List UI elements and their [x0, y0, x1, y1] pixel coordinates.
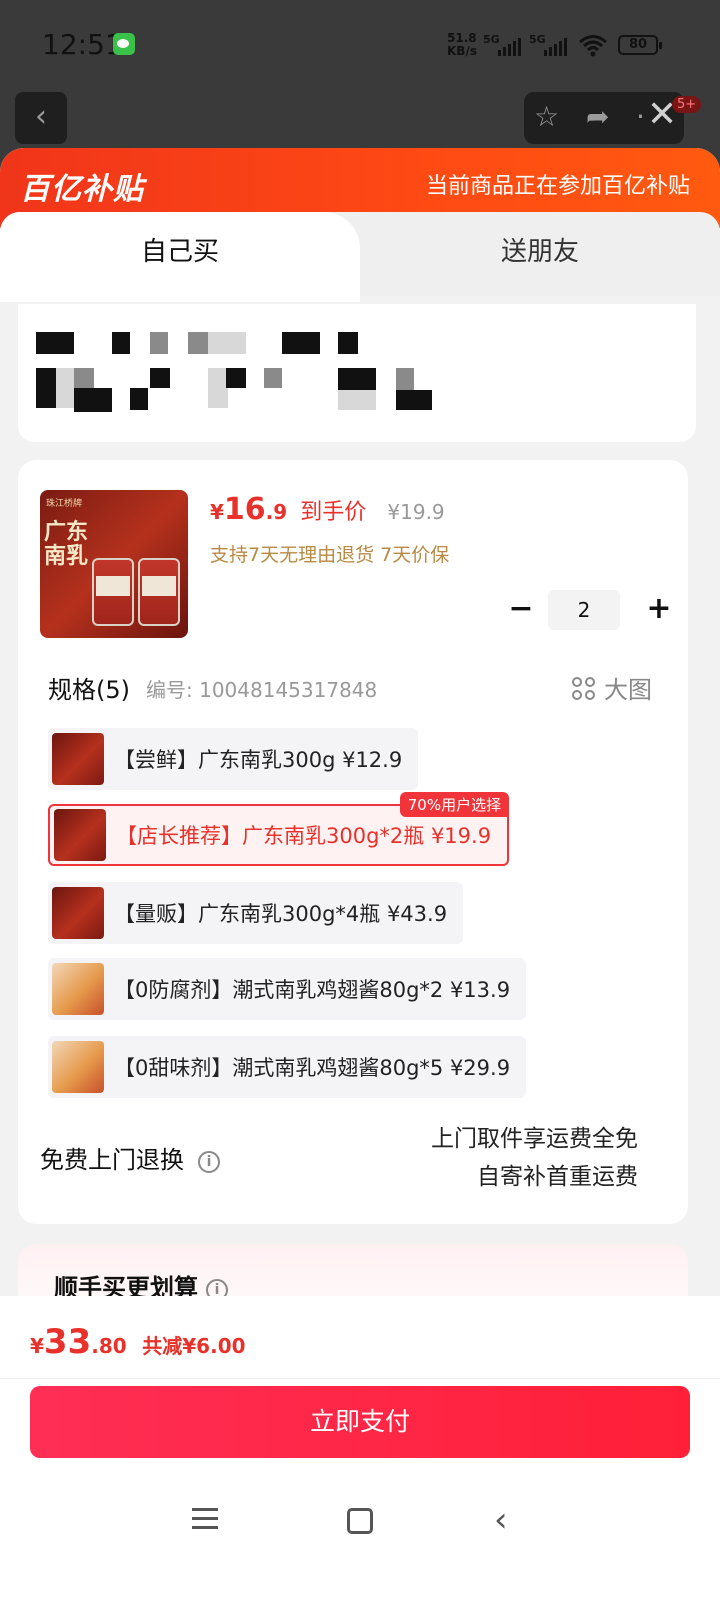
- return-policy: 上门取件享运费全免 自寄补首重运费: [431, 1120, 638, 1196]
- redaction: [208, 332, 246, 354]
- redaction: [56, 368, 74, 408]
- popular-tag: 70%用户选择: [399, 792, 510, 817]
- tab-buy-for-self[interactable]: 自己买: [0, 212, 360, 302]
- price-symbol: ¥: [210, 500, 224, 524]
- more-icon[interactable]: ·: [636, 100, 645, 133]
- return-line-1: 上门取件享运费全免: [431, 1126, 638, 1152]
- address-card[interactable]: [18, 304, 696, 442]
- original-price: ¥19.9: [387, 500, 445, 524]
- total-int: 33: [43, 1322, 92, 1362]
- info-icon[interactable]: i: [198, 1151, 220, 1173]
- divider: [0, 1378, 720, 1379]
- status-time: 12:51: [42, 28, 123, 61]
- message-badge: 5+: [672, 96, 702, 113]
- big-image-label: 大图: [604, 676, 652, 704]
- redaction: [264, 368, 282, 388]
- redaction: [188, 332, 208, 354]
- redaction: [74, 368, 94, 388]
- redaction: [396, 368, 414, 390]
- share-icon[interactable]: ➦: [586, 100, 609, 133]
- redaction: [36, 368, 56, 408]
- spec-option-label: 【0防腐剂】潮式南乳鸡翅酱80g*2 ¥13.9: [114, 978, 511, 1002]
- battery-icon: 80: [618, 35, 662, 55]
- spec-option-label: 【量贩】广东南乳300g*4瓶 ¥43.9: [114, 902, 448, 926]
- home-icon[interactable]: [347, 1508, 373, 1534]
- spec-option-label: 【店长推荐】广东南乳300g*2瓶 ¥19.9: [116, 824, 492, 848]
- total-price: ¥33.80 共减¥6.00: [30, 1322, 246, 1362]
- net-speed: 51.8 KB/s: [447, 32, 477, 58]
- decrease-button[interactable]: −: [506, 590, 536, 630]
- spec-option[interactable]: 【尝鲜】广东南乳300g ¥12.9: [48, 728, 419, 790]
- jar-graphic: [92, 558, 134, 626]
- redaction: [282, 332, 320, 354]
- spec-thumb: [52, 887, 104, 939]
- product-image[interactable]: 珠江桥牌 广东南乳: [40, 490, 188, 638]
- return-line-2: 自寄补首重运费: [477, 1164, 638, 1190]
- pay-now-button[interactable]: 立即支付: [30, 1386, 690, 1458]
- redaction: [74, 388, 112, 412]
- spec-thumb: [52, 963, 104, 1015]
- quantity-input[interactable]: 2: [548, 590, 620, 630]
- spec-option-label: 【尝鲜】广东南乳300g ¥12.9: [114, 748, 403, 772]
- subsidy-note: 当前商品正在参加百亿补贴: [425, 174, 690, 199]
- back-button[interactable]: ‹: [15, 92, 67, 144]
- price-int: 16: [223, 492, 266, 527]
- spec-thumb: [52, 1041, 104, 1093]
- redaction: [338, 332, 358, 354]
- spec-option[interactable]: 【量贩】广东南乳300g*4瓶 ¥43.9: [48, 882, 464, 944]
- tab-gift-friend[interactable]: 送朋友: [360, 212, 720, 296]
- redaction: [338, 390, 376, 410]
- purchase-tabs: 自己买 送朋友: [0, 212, 720, 302]
- jar-graphic: [138, 558, 180, 626]
- grid-icon: [572, 677, 596, 701]
- signal-icon: [498, 38, 521, 56]
- free-return: 免费上门退换 i: [40, 1140, 220, 1175]
- back-icon[interactable]: ‹: [494, 1500, 508, 1540]
- redaction: [226, 368, 246, 388]
- product-code: 编号: 10048145317848: [146, 678, 378, 702]
- spec-option-selected[interactable]: 【店长推荐】广东南乳300g*2瓶 ¥19.9 70%用户选择: [48, 792, 510, 866]
- redaction: [150, 332, 168, 354]
- total-decimal: .80: [91, 1334, 127, 1358]
- goods-card: 珠江桥牌 广东南乳 ¥16.9 到手价 ¥19.9 支持7天无理由退货 7天价保…: [18, 460, 688, 1224]
- redaction: [396, 390, 432, 410]
- free-return-label: 免费上门退换: [40, 1146, 184, 1174]
- redaction: [338, 368, 376, 390]
- increase-button[interactable]: +: [644, 590, 674, 630]
- spec-option[interactable]: 【0防腐剂】潮式南乳鸡翅酱80g*2 ¥13.9: [48, 958, 527, 1020]
- pay-bar: ¥33.80 共减¥6.00 立即支付 ‹: [0, 1296, 720, 1600]
- spec-option[interactable]: 【0甜味剂】潮式南乳鸡翅酱80g*5 ¥29.9: [48, 1036, 527, 1098]
- spec-option-label: 【0甜味剂】潮式南乳鸡翅酱80g*5 ¥29.9: [114, 1056, 511, 1080]
- total-symbol: ¥: [30, 1334, 44, 1358]
- net-speed-unit: KB/s: [447, 44, 477, 58]
- signal-icon-2: [544, 38, 567, 56]
- spec-thumb: [54, 809, 106, 861]
- redaction: [150, 368, 170, 388]
- quantity-stepper: − 2 +: [504, 590, 674, 630]
- redaction: [208, 368, 228, 408]
- wechat-icon: [113, 33, 135, 55]
- price-decimal: .9: [265, 500, 288, 524]
- status-bar: 12:51 51.8 KB/s 5G 5G 80: [0, 0, 720, 92]
- menu-icon[interactable]: [192, 1508, 218, 1530]
- price-row: ¥16.9 到手价 ¥19.9: [210, 492, 445, 527]
- spec-title: 规格(5): [48, 676, 130, 704]
- system-nav-bar: ‹: [0, 1496, 720, 1556]
- big-image-button[interactable]: 大图: [572, 670, 652, 705]
- spec-thumb: [52, 733, 104, 785]
- wifi-icon: [579, 35, 607, 57]
- service-promise: 支持7天无理由退货 7天价保: [210, 544, 450, 566]
- redaction: [36, 332, 74, 354]
- redaction: [112, 332, 130, 354]
- subsidy-logo: 百亿补贴: [20, 172, 144, 207]
- star-icon[interactable]: ☆: [534, 100, 559, 133]
- redaction: [130, 388, 148, 410]
- product-image-brand: 珠江桥牌: [46, 499, 83, 509]
- total-saving: 共减¥6.00: [142, 1334, 246, 1358]
- price-label: 到手价: [300, 500, 367, 525]
